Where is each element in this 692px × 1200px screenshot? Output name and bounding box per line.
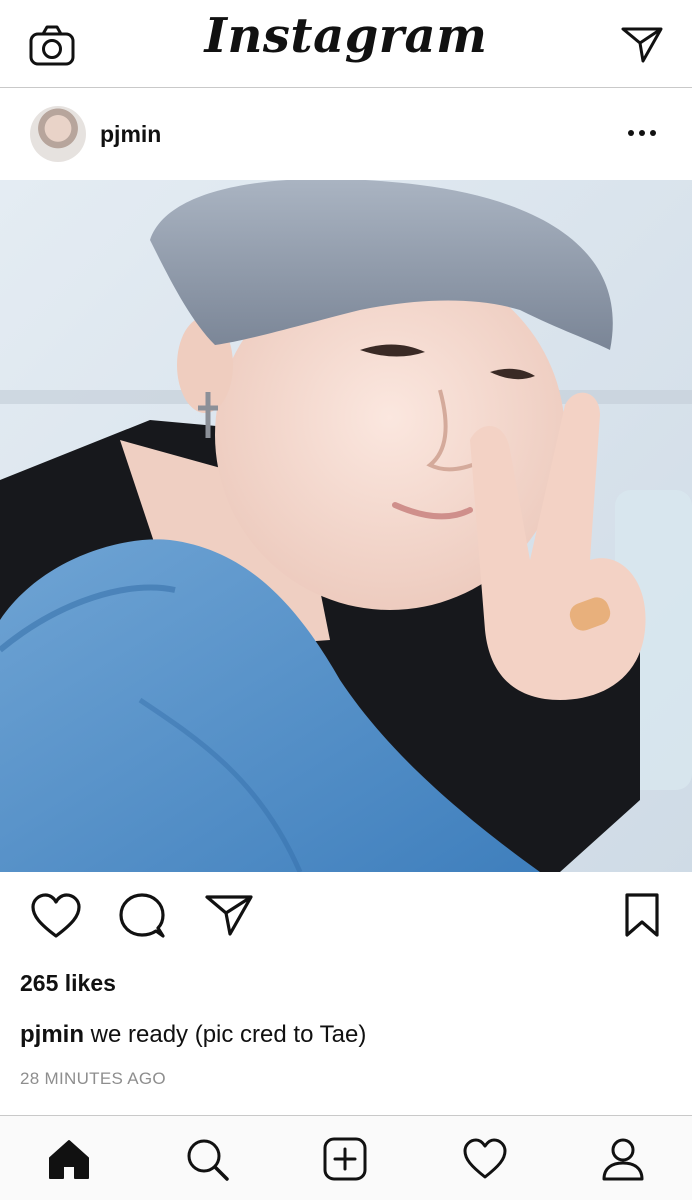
photo-illustration bbox=[0, 180, 692, 872]
post-photo[interactable] bbox=[0, 180, 692, 872]
search-icon[interactable] bbox=[184, 1136, 230, 1182]
avatar[interactable] bbox=[30, 106, 86, 162]
likes-count[interactable]: 265 likes bbox=[20, 970, 116, 997]
caption-username[interactable]: pjmin bbox=[20, 1021, 84, 1048]
comment-icon[interactable] bbox=[118, 892, 166, 940]
activity-heart-icon[interactable] bbox=[462, 1136, 508, 1182]
profile-icon[interactable] bbox=[600, 1136, 646, 1182]
post-timestamp: 28 MINUTES AGO bbox=[20, 1069, 166, 1088]
post-username[interactable]: pjmin bbox=[100, 121, 161, 148]
paper-plane-icon[interactable] bbox=[620, 24, 664, 64]
add-post-icon[interactable] bbox=[322, 1136, 368, 1182]
post-header: pjmin bbox=[0, 89, 692, 179]
post-actions bbox=[0, 872, 692, 962]
bottom-nav bbox=[0, 1115, 692, 1200]
caption-text: we ready (pic cred to Tae) bbox=[84, 1021, 367, 1048]
share-paper-plane-icon[interactable] bbox=[204, 892, 254, 938]
heart-icon[interactable] bbox=[30, 892, 82, 940]
caption: pjmin we ready (pic cred to Tae) bbox=[20, 1021, 366, 1049]
ellipsis-icon[interactable] bbox=[626, 123, 658, 143]
bookmark-icon[interactable] bbox=[622, 892, 662, 938]
home-icon[interactable] bbox=[46, 1136, 92, 1182]
top-bar: Instagram bbox=[0, 0, 692, 88]
instagram-logo: Instagram bbox=[204, 8, 488, 64]
